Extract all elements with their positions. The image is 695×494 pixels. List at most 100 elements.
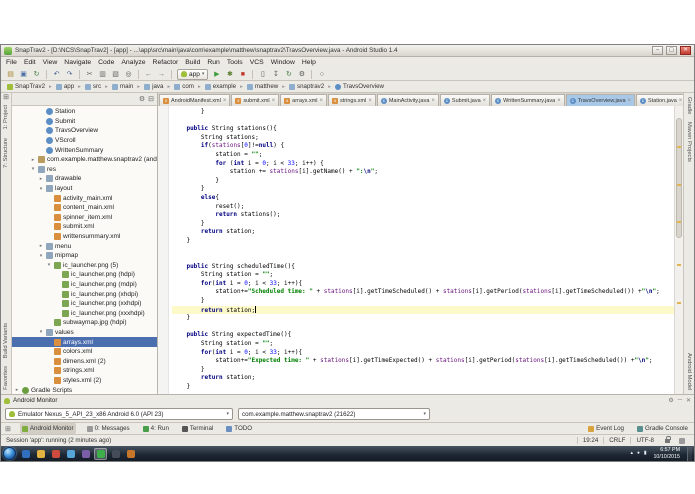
gradle-sync-icon[interactable]: ↻ (283, 69, 294, 80)
code-line[interactable]: } (172, 297, 674, 306)
taskbar-clock[interactable]: 6:57 PM 10/10/2015 (650, 447, 683, 460)
avd-manager-icon[interactable]: ▯ (257, 69, 268, 80)
tool-button-maven-projects[interactable]: Maven Projects (686, 118, 692, 166)
paste-icon[interactable]: ▧ (110, 69, 121, 80)
inspections-profile-icon[interactable] (679, 437, 685, 444)
code-line[interactable]: return station; (172, 228, 674, 237)
minimize-button[interactable]: – (652, 46, 663, 55)
tree-item-arrays-xml[interactable]: arrays.xml (12, 337, 157, 347)
find-icon[interactable]: ◎ (123, 69, 134, 80)
tree-item-submit[interactable]: Submit (12, 117, 157, 127)
menu-file[interactable]: File (6, 59, 17, 66)
tree-item-drawable[interactable]: ▸ drawable (12, 174, 157, 184)
tab-travsoverview-java[interactable]: c TravsOverview.java × (565, 94, 636, 106)
taskbar-app-7[interactable] (109, 448, 122, 460)
tray-expand-icon[interactable]: ▴ (631, 451, 633, 456)
tree-item-ic-launcher-png-xxxhdpi[interactable]: ic_launcher.png (xxxhdpi) (12, 308, 157, 318)
code-line[interactable]: for (int i = 0; i < 33; i++) { (172, 160, 674, 169)
breadcrumb-travsoverview[interactable]: TravsOverview (333, 83, 386, 90)
caret-position-indicator[interactable]: 19:24 (576, 437, 603, 444)
tree-collapsed-icon[interactable]: ▸ (30, 157, 36, 163)
undo-icon[interactable]: ↶ (51, 69, 62, 80)
menu-build[interactable]: Build (185, 59, 200, 66)
code-line[interactable]: station += stations[i].getName() + ":\n"… (172, 168, 674, 177)
tool-button-1-project[interactable]: 1: Project (3, 101, 9, 134)
lock-icon[interactable] (665, 436, 671, 443)
tree-item-station[interactable]: Station (12, 107, 157, 117)
code-area[interactable]: } public String stations(){ String stati… (169, 106, 674, 394)
settings-gear-icon[interactable]: ⚙ (296, 69, 307, 80)
tree-collapsed-icon[interactable]: ▸ (14, 387, 20, 393)
settings-gear-icon[interactable]: ⚙ (139, 95, 145, 103)
code-line[interactable]: for(int i = 0; i < 33; i++){ (172, 280, 674, 289)
taskbar-app-4[interactable] (64, 448, 77, 460)
collapse-all-icon[interactable]: ⊟ (148, 95, 154, 103)
toolwindow-button-gradle-console[interactable]: Gradle Console (635, 423, 690, 434)
tab-close-icon[interactable]: × (223, 98, 227, 104)
breadcrumb-example[interactable]: example (203, 83, 238, 90)
toolwindow-button-android-monitor[interactable]: Android Monitor (19, 423, 76, 434)
sdk-manager-icon[interactable]: ↧ (270, 69, 281, 80)
toolwindow-button-0-messages[interactable]: 0: Messages (85, 423, 132, 434)
tree-item-vscroll[interactable]: VScroll (12, 136, 157, 146)
breadcrumb-app[interactable]: app (54, 83, 76, 90)
tree-item-styles-xml-2[interactable]: styles.xml (2) (12, 376, 157, 386)
tab-close-icon[interactable]: × (368, 98, 372, 104)
tab-close-icon[interactable]: × (557, 98, 561, 104)
tree-item-writtensummary[interactable]: WrittenSummary (12, 145, 157, 155)
toolwindow-button-todo[interactable]: TODO (224, 423, 254, 434)
code-line[interactable]: } (172, 177, 674, 186)
code-line[interactable]: station+="Expected time: " + stations[i]… (172, 357, 674, 366)
tree-item-subwaymap-jpg-hdpi[interactable]: subwaymap.jpg (hdpi) (12, 318, 157, 328)
toolwindow-button-event-log[interactable]: Event Log (586, 423, 626, 434)
code-line[interactable]: } (172, 314, 674, 323)
close-panel-icon[interactable]: ✕ (686, 397, 691, 404)
cut-icon[interactable]: ✂ (84, 69, 95, 80)
run-configuration-select[interactable]: app ▾ (177, 68, 209, 80)
tab-close-icon[interactable]: × (272, 98, 276, 104)
toolwindow-button-4-run[interactable]: 4: Run (141, 423, 171, 434)
copy-icon[interactable]: ▥ (97, 69, 108, 80)
toolwindow-switcher-icon[interactable]: ⊞ (5, 425, 11, 433)
start-button[interactable] (3, 447, 16, 460)
menu-run[interactable]: Run (207, 59, 219, 66)
breadcrumb-java[interactable]: java (142, 83, 165, 90)
menu-refactor[interactable]: Refactor (153, 59, 179, 66)
tool-button-build-variants[interactable]: Build Variants (3, 319, 9, 362)
taskbar-app-3[interactable] (49, 448, 62, 460)
tree-expanded-icon[interactable]: ▾ (38, 253, 44, 259)
tab-station-java[interactable]: c Station.java × (636, 94, 683, 106)
code-line[interactable]: String stations; (172, 134, 674, 143)
code-line[interactable]: public String scheduledTime(){ (172, 263, 674, 272)
tree-item-mipmap[interactable]: ▾ mipmap (12, 251, 157, 261)
code-line[interactable]: return stations(); (172, 211, 674, 220)
tab-submit-xml[interactable]: x submit.xml × (231, 94, 280, 106)
editor-scrollbar[interactable] (674, 106, 683, 394)
menu-code[interactable]: Code (98, 59, 114, 66)
code-line[interactable]: station+="Scheduled time: " + stations[i… (172, 288, 674, 297)
stop-button[interactable]: ■ (237, 69, 248, 80)
breadcrumb-snaptrav2[interactable]: snaptrav2 (287, 83, 326, 90)
taskbar-app-6[interactable] (94, 447, 107, 460)
tray-network-icon[interactable]: ● (637, 451, 640, 456)
code-line[interactable]: } (172, 366, 674, 375)
tree-item-gradle-scripts[interactable]: ▸ Gradle Scripts (12, 385, 157, 394)
encoding-indicator[interactable]: UTF-8 (630, 437, 659, 444)
menu-window[interactable]: Window (271, 59, 295, 66)
code-line[interactable]: String station = ""; (172, 340, 674, 349)
code-line[interactable]: public String stations(){ (172, 125, 674, 134)
code-line[interactable] (172, 117, 674, 126)
tool-button-7-structure[interactable]: 7: Structure (3, 134, 9, 172)
menu-vcs[interactable]: VCS (250, 59, 264, 66)
tree-expanded-icon[interactable]: ▾ (38, 329, 44, 335)
tree-expanded-icon[interactable]: ▾ (46, 262, 52, 268)
open-file-icon[interactable]: ▤ (5, 69, 16, 80)
taskbar-app-8[interactable] (124, 448, 137, 460)
breadcrumb-main[interactable]: main (110, 83, 135, 90)
forward-icon[interactable]: → (156, 69, 167, 80)
code-line[interactable]: } (172, 108, 674, 117)
tree-item-com-example-matthew-snaptrav2-andr[interactable]: ▸ com.example.matthew.snaptrav2 (andr (12, 155, 157, 165)
code-line[interactable]: } (172, 237, 674, 246)
code-line[interactable]: public String expectedTime(){ (172, 331, 674, 340)
code-line[interactable]: } (172, 383, 674, 392)
